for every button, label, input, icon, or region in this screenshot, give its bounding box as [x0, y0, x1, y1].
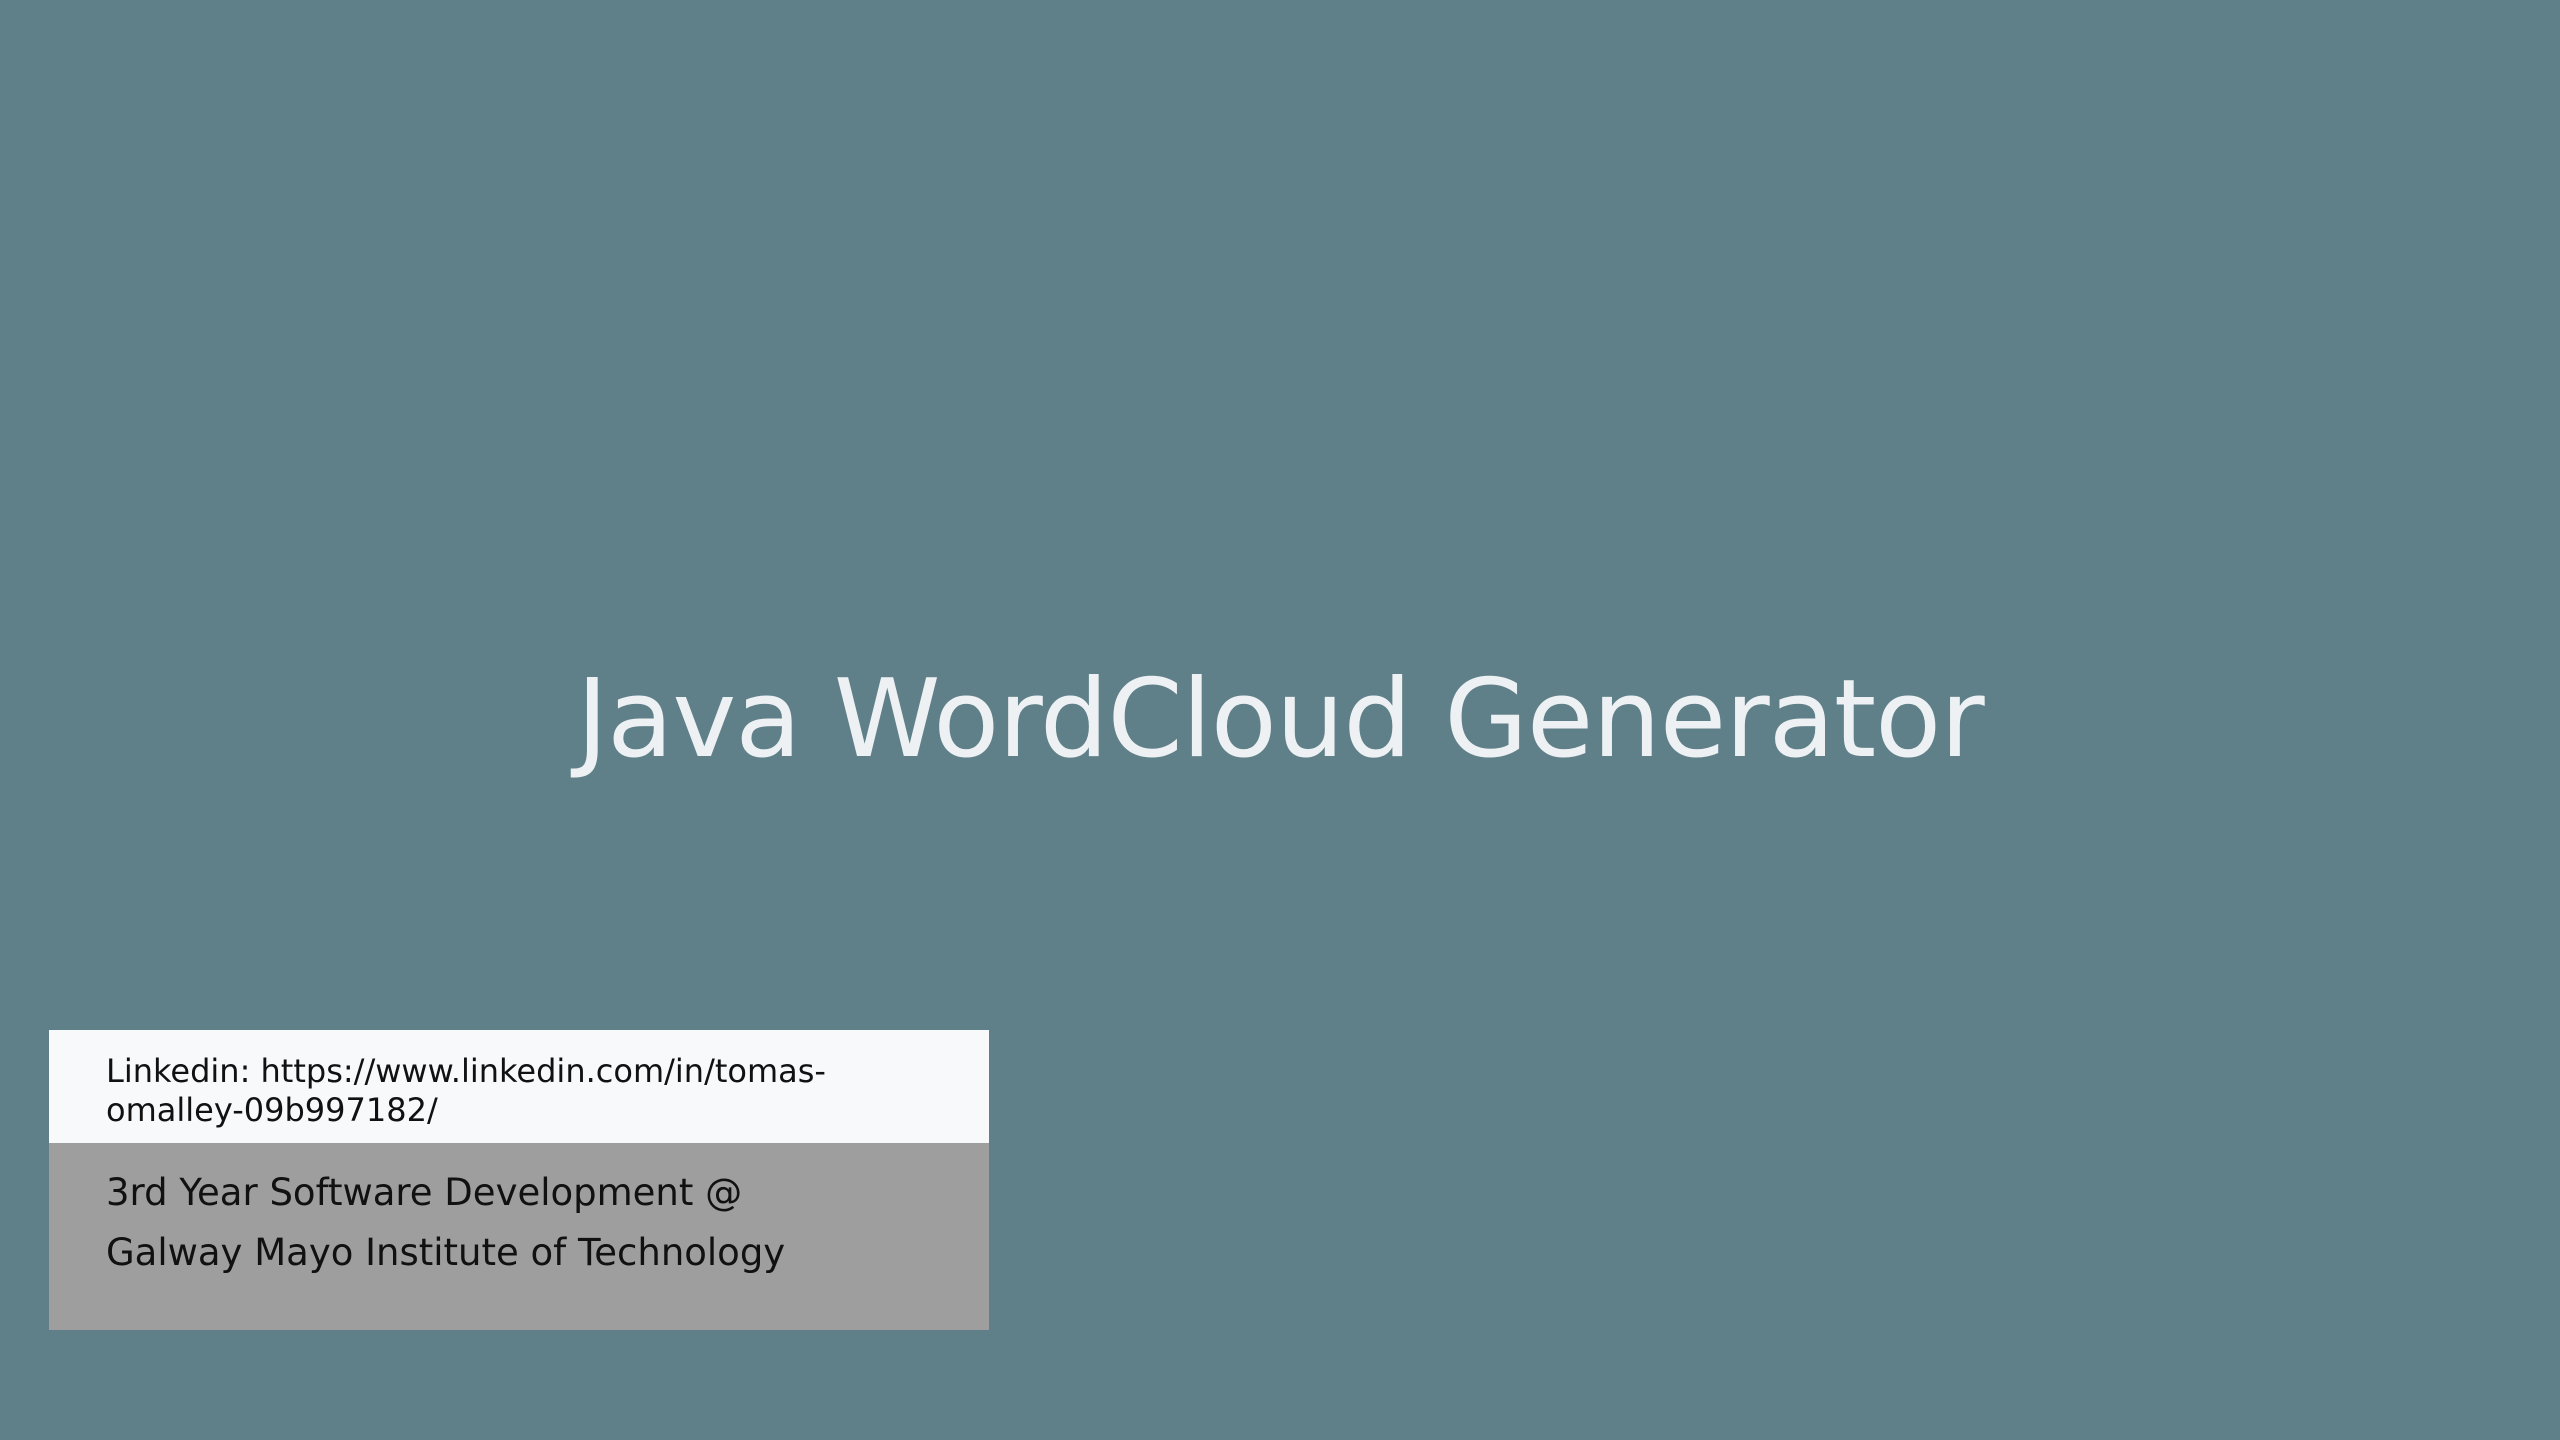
linkedin-text: Linkedin: https://www.linkedin.com/in/to…: [106, 1052, 866, 1130]
slide-title: Java WordCloud Generator: [576, 657, 1984, 782]
college-box: 3rd Year Software Development @ Galway M…: [49, 1143, 989, 1330]
college-line-1: 3rd Year Software Development @: [106, 1171, 743, 1214]
linkedin-line-1: Linkedin: https://www.linkedin.com/in/to…: [106, 1052, 826, 1090]
author-info-card: Linkedin: https://www.linkedin.com/in/to…: [49, 1030, 989, 1330]
linkedin-line-2: omalley-09b997182/: [106, 1091, 438, 1129]
linkedin-box: Linkedin: https://www.linkedin.com/in/to…: [49, 1030, 989, 1143]
college-line-2: Galway Mayo Institute of Technology: [106, 1231, 786, 1274]
presentation-slide: Java WordCloud Generator Linkedin: https…: [0, 0, 2560, 1440]
college-text: 3rd Year Software Development @ Galway M…: [106, 1163, 866, 1283]
